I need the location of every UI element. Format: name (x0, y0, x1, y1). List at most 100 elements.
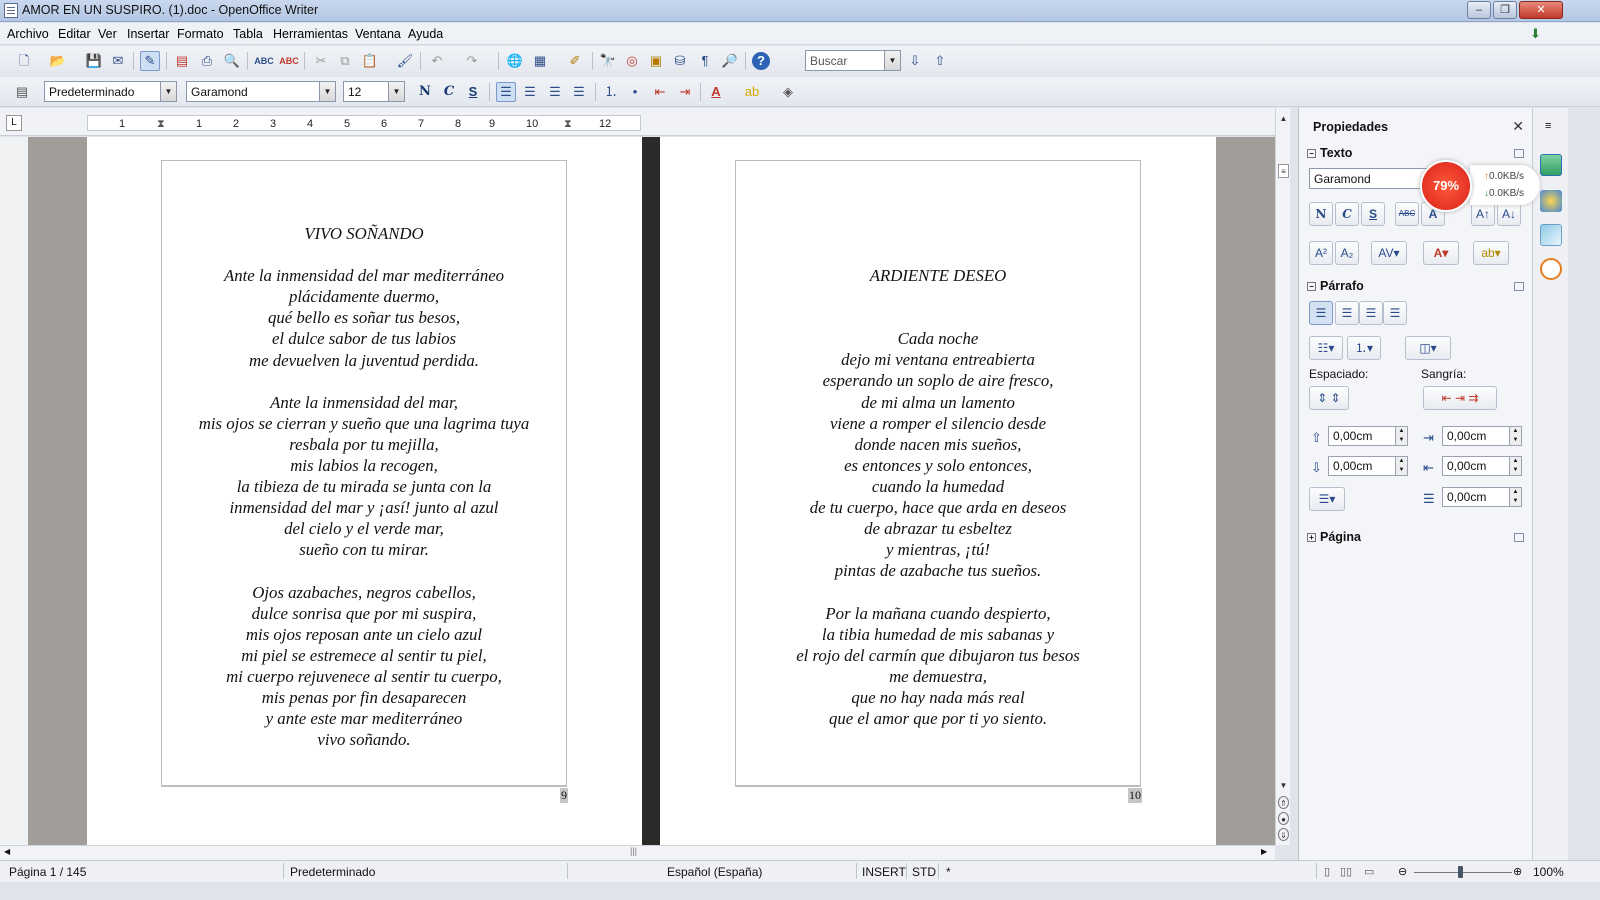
sidebar-align-left-icon[interactable]: ☰ (1309, 301, 1333, 325)
gallery-tab-icon[interactable] (1540, 224, 1562, 246)
sidebar-strike-button[interactable]: ABC (1395, 202, 1419, 226)
sidebar-italic-button[interactable]: C (1335, 202, 1359, 226)
single-page-view-icon[interactable]: ▯ (1324, 865, 1330, 878)
styles-tab-icon[interactable] (1540, 190, 1562, 212)
character-spacing-icon[interactable]: AV▾ (1371, 241, 1407, 265)
stepper-icon[interactable]: ▲ ▼ (1509, 488, 1521, 506)
find-next-icon[interactable]: ⇩ (905, 51, 925, 71)
chevron-down-icon[interactable]: ▼ (319, 82, 335, 101)
cut-icon[interactable]: ✂ (311, 51, 331, 71)
zoom-slider[interactable] (1414, 872, 1512, 873)
zoom-out-icon[interactable]: ⊖ (1398, 865, 1407, 878)
spacing-above-input[interactable]: 0,00cm ▲ ▼ (1328, 426, 1408, 446)
close-button[interactable]: ✕ (1519, 1, 1563, 19)
background-color-icon[interactable]: ◈ (778, 82, 798, 102)
sidebar-bullets-icon[interactable]: ☷▾ (1309, 336, 1343, 360)
align-right-icon[interactable]: ☰ (545, 82, 565, 102)
table-icon[interactable]: ▦ (530, 51, 550, 71)
paragraph-style-select[interactable]: Predeterminado ▼ (44, 81, 177, 102)
scroll-left-icon[interactable]: ◀ (4, 847, 10, 856)
stepper-icon[interactable]: ▲ ▼ (1509, 457, 1521, 475)
more-options-icon[interactable] (1514, 533, 1524, 542)
hyperlink-icon[interactable]: 🌐 (505, 51, 525, 71)
redo-icon[interactable]: ↷ (462, 51, 482, 71)
menu-insertar[interactable]: Insertar (127, 27, 169, 41)
menu-formato[interactable]: Formato (177, 27, 224, 41)
zoom-icon[interactable]: 🔎 (720, 51, 740, 71)
horizontal-scrollbar[interactable]: ◀ ||| ▶ (0, 845, 1275, 860)
email-icon[interactable]: ✉ (108, 51, 128, 71)
bullets-icon[interactable]: • (625, 82, 645, 102)
first-line-indent-input[interactable]: 0,00cm ▲ ▼ (1442, 487, 1522, 507)
bold-button[interactable]: N (415, 82, 435, 102)
insert-mode[interactable]: INSERT (862, 865, 906, 879)
stepper-icon[interactable]: ▲ ▼ (1395, 427, 1407, 445)
close-icon[interactable]: ✕ (1512, 118, 1524, 135)
book-view-icon[interactable]: ▭ (1364, 865, 1374, 878)
decrease-indent-icon[interactable]: ⇤ (650, 82, 670, 102)
properties-tab-icon[interactable] (1540, 154, 1562, 176)
sidebar-underline-button[interactable]: S (1361, 202, 1385, 226)
search-input[interactable]: Buscar ▼ (805, 50, 901, 71)
sidebar-highlight-icon[interactable]: ab▾ (1473, 241, 1509, 265)
menu-archivo[interactable]: Archivo (7, 27, 49, 41)
menu-ayuda[interactable]: Ayuda (408, 27, 443, 41)
clone-format-icon[interactable]: 🖌 (395, 51, 415, 71)
draw-functions-icon[interactable]: ✐ (565, 51, 585, 71)
increase-spacing-icon[interactable]: ⇕ ⇕ (1309, 386, 1349, 410)
zoom-slider-thumb[interactable] (1458, 866, 1463, 878)
grow-font-icon[interactable]: A↑ (1471, 202, 1495, 226)
numbering-icon[interactable]: ⒈ (601, 82, 621, 102)
navigator-icon[interactable]: ◎ (622, 51, 642, 71)
sidebar-numbering-icon[interactable]: ⒈▾ (1347, 336, 1381, 360)
data-sources-icon[interactable]: ⛁ (670, 51, 690, 71)
collapse-icon[interactable]: − (1307, 282, 1316, 291)
section-texto[interactable]: − Texto (1307, 146, 1352, 160)
subscript-icon[interactable]: A₂ (1335, 241, 1359, 265)
stepper-icon[interactable]: ▲ ▼ (1395, 457, 1407, 475)
align-center-icon[interactable]: ☰ (520, 82, 540, 102)
page-counter[interactable]: Página 1 / 145 (9, 865, 86, 879)
gallery-icon[interactable]: ▣ (646, 51, 666, 71)
sidebar-menu-icon[interactable]: ≡ (1545, 120, 1551, 132)
print-icon[interactable]: ⎙ (197, 51, 217, 71)
underline-button[interactable]: S (463, 82, 483, 102)
open-icon[interactable]: 📂 (48, 51, 68, 71)
sidebar-bold-button[interactable]: N (1309, 202, 1333, 226)
zoom-in-icon[interactable]: ⊕ (1513, 865, 1522, 878)
italic-button[interactable]: C (439, 82, 459, 102)
more-options-icon[interactable] (1514, 282, 1524, 291)
navigation-icon[interactable]: ● (1278, 812, 1289, 825)
paragraph-background-icon[interactable]: ◫▾ (1405, 336, 1451, 360)
indent-marker-icon[interactable]: ⧗ (157, 118, 165, 131)
vertical-scrollbar[interactable]: ▲ ≡ ▼ ⇑ ● ⇓ (1275, 108, 1290, 845)
horizontal-ruler[interactable]: L 1 ⧗ 1 2 3 4 5 6 7 8 9 10 ⧗ 12 (0, 108, 1290, 136)
sidebar-font-color-icon[interactable]: A▾ (1423, 241, 1459, 265)
chevron-down-icon[interactable]: ▼ (884, 51, 900, 70)
section-parrafo[interactable]: − Párrafo (1307, 279, 1364, 293)
scroll-up-icon[interactable]: ▲ (1278, 112, 1289, 125)
poem-text-right[interactable]: ARDIENTE DESEO Cada noche dejo mi ventana … (735, 265, 1141, 729)
export-pdf-icon[interactable]: ▤ (172, 51, 192, 71)
tab-stop-selector[interactable]: L (6, 115, 22, 131)
autospell-icon[interactable]: ABC (279, 51, 299, 71)
navigator-tab-icon[interactable] (1540, 258, 1562, 280)
paste-icon[interactable]: 📋 (360, 51, 380, 71)
font-size-select[interactable]: 12 ▼ (343, 81, 405, 102)
styles-icon[interactable]: ▤ (12, 82, 32, 102)
previous-page-icon[interactable]: ⇑ (1278, 796, 1289, 809)
new-document-icon[interactable]: 🗋 (14, 51, 34, 71)
network-usage-badge[interactable]: 79% (1420, 160, 1472, 212)
save-icon[interactable]: 💾 (84, 51, 104, 71)
right-indent-marker-icon[interactable]: ⧗ (564, 118, 572, 131)
language[interactable]: Español (España) (667, 865, 762, 879)
shrink-font-icon[interactable]: A↓ (1497, 202, 1521, 226)
superscript-icon[interactable]: A² (1309, 241, 1333, 265)
menu-ver[interactable]: Ver (98, 27, 117, 41)
multi-page-view-icon[interactable]: ▯▯ (1340, 865, 1352, 878)
scroll-right-icon[interactable]: ▶ (1261, 847, 1267, 856)
scroll-thumb[interactable]: ≡ (1278, 164, 1289, 178)
indent-before-input[interactable]: 0,00cm ▲ ▼ (1442, 426, 1522, 446)
line-spacing-icon[interactable]: ☰▾ (1309, 487, 1345, 511)
menu-editar[interactable]: Editar (58, 27, 91, 41)
